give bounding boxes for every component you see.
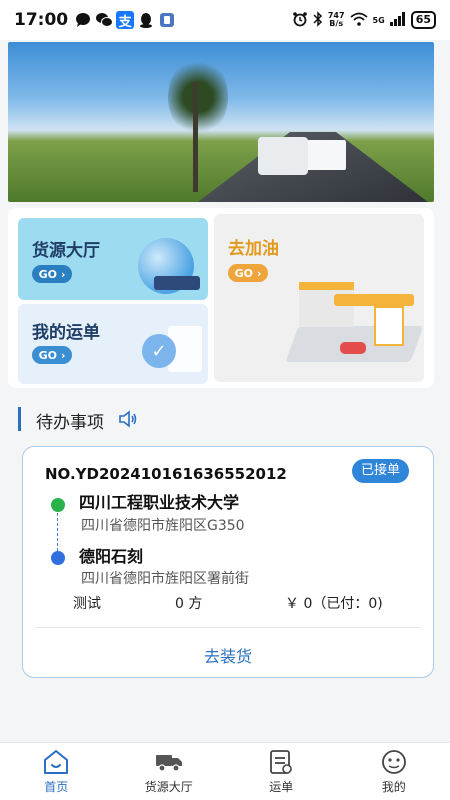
order-card[interactable]: NO.YD20241016163655​2012 已接单 四川工程职业技术大学 … — [22, 446, 434, 678]
net-speed: 747 B/s — [328, 12, 345, 28]
route-line — [57, 513, 58, 551]
check-badge-icon: ✓ — [142, 334, 176, 368]
signal-label: 5G — [372, 15, 385, 25]
order-price: ￥ 0（已付：0) — [285, 596, 383, 612]
tab-cargo-hall-label: 货源大厅 — [144, 779, 193, 794]
goods-volume: 0 方 — [175, 596, 203, 612]
my-orders-card[interactable]: 我的运单 GO › ✓ — [18, 304, 208, 384]
qq-icon — [137, 11, 155, 29]
refuel-title: 去加油 — [228, 239, 279, 259]
status-bar: 17:00 支 747 B/s 5G 65 — [0, 0, 450, 40]
status-time: 17:00 — [14, 10, 69, 30]
alipay-icon: 支 — [116, 11, 135, 30]
tab-profile[interactable]: 我的 — [338, 743, 450, 800]
profile-icon — [380, 749, 408, 775]
status-badge: 已接单 — [351, 459, 409, 483]
signal-icon — [389, 11, 406, 29]
truck-icon — [155, 749, 183, 775]
refuel-card[interactable]: 去加油 GO › — [214, 214, 424, 382]
todo-section-title: 待办事项 — [36, 413, 104, 433]
gas-station-roof — [334, 294, 414, 306]
card-divider — [35, 627, 421, 628]
status-right-group: 747 B/s 5G 65 — [292, 10, 436, 30]
cargo-hall-go-button[interactable]: GO › — [32, 265, 72, 283]
section-accent-bar — [18, 407, 21, 431]
wifi-icon — [349, 12, 368, 29]
banner-tree-trunk — [193, 82, 198, 192]
origin-dot-icon — [51, 498, 65, 512]
origin-name: 四川工程职业技术大学 — [79, 493, 240, 512]
chat-icon — [74, 11, 92, 29]
origin-address: 四川省德阳市旌阳区G350 — [81, 518, 245, 534]
bluetooth-icon — [313, 10, 323, 30]
tab-waybill[interactable]: 运单 — [225, 743, 338, 800]
goods-name: 测试 — [73, 596, 101, 612]
my-orders-go-label: GO — [38, 348, 57, 362]
car-icon — [340, 342, 366, 354]
cargo-hall-card[interactable]: 货源大厅 GO › — [18, 218, 208, 300]
refuel-go-label: GO — [234, 266, 253, 280]
waybill-icon — [267, 749, 295, 775]
net-speed-unit: B/s — [329, 19, 344, 28]
tab-profile-label: 我的 — [381, 779, 406, 794]
bottom-tab-bar: 首页 货源大厅 运单 我的 — [0, 742, 450, 800]
quick-actions: 货源大厅 GO › 我的运单 GO › ✓ 去加油 GO › — [8, 208, 434, 388]
banner-tree — [168, 57, 228, 137]
refuel-go-button[interactable]: GO › — [228, 264, 268, 282]
tab-home-label: 首页 — [44, 779, 69, 794]
cargo-hall-go-label: GO — [38, 267, 57, 281]
home-icon — [42, 749, 70, 775]
truck-illustration-icon — [154, 276, 200, 290]
tab-waybill-label: 运单 — [269, 779, 294, 794]
battery-indicator: 65 — [410, 11, 436, 29]
tab-home[interactable]: 首页 — [0, 743, 113, 800]
gas-pump-icon — [374, 306, 404, 346]
order-number: NO.YD20241016163655​2012 — [45, 465, 287, 483]
banner-truck-trailer — [304, 140, 346, 170]
my-orders-go-button[interactable]: GO › — [32, 346, 72, 364]
banner-image[interactable] — [8, 42, 434, 202]
destination-address: 四川省德阳市旌阳区署前街 — [81, 571, 249, 587]
tab-cargo-hall[interactable]: 货源大厅 — [113, 743, 226, 800]
wechat-icon — [95, 11, 114, 29]
cargo-hall-title: 货源大厅 — [32, 241, 100, 261]
alarm-icon — [292, 11, 308, 30]
speaker-icon[interactable] — [118, 409, 138, 429]
destination-dot-icon — [51, 551, 65, 565]
destination-name: 德阳石刻 — [79, 547, 144, 566]
app-icon — [158, 11, 176, 29]
my-orders-title: 我的运单 — [32, 323, 100, 343]
load-goods-button[interactable]: 去装货 — [23, 643, 433, 667]
banner-truck-cab — [258, 137, 308, 175]
